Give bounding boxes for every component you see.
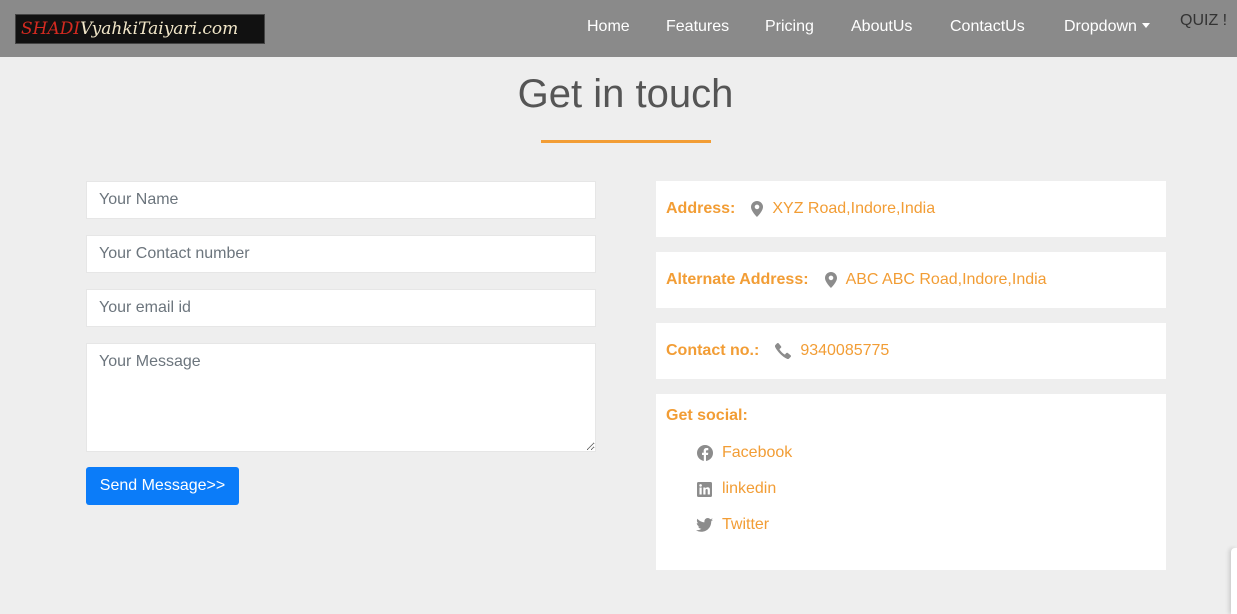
nav-contactus[interactable]: ContactUs	[950, 18, 1025, 36]
address-card: Address: XYZ Road,Indore,India	[656, 181, 1166, 237]
social-link-linkedin[interactable]: linkedin	[696, 480, 776, 498]
contact-number-card: Contact no.: 9340085775	[656, 323, 1166, 379]
nav-aboutus[interactable]: AboutUs	[851, 18, 912, 36]
nav-dropdown[interactable]: Dropdown	[1064, 18, 1150, 36]
linkedin-icon	[696, 481, 713, 498]
logo-text-domain: VyahkiTaiyari.com	[80, 19, 239, 39]
nav-pricing[interactable]: Pricing	[765, 18, 814, 36]
site-logo[interactable]: SHADI VyahkiTaiyari.com	[15, 14, 265, 44]
map-marker-icon	[824, 272, 837, 288]
social-card: Get social: Facebook linkedin Twitter	[656, 394, 1166, 570]
linkedin-label: linkedin	[722, 480, 777, 497]
contact-number-value: 9340085775	[800, 342, 890, 359]
send-message-button[interactable]: Send Message>>	[86, 467, 239, 505]
twitter-label: Twitter	[722, 516, 770, 533]
phone-icon	[775, 343, 792, 359]
top-navbar: SHADI VyahkiTaiyari.com Home Features Pri…	[0, 0, 1237, 57]
social-label: Get social:	[666, 407, 748, 424]
address-value: XYZ Road,Indore,India	[772, 200, 936, 217]
email-input[interactable]	[86, 289, 596, 327]
facebook-label: Facebook	[722, 444, 793, 461]
nav-home[interactable]: Home	[587, 18, 630, 36]
alternate-address-value: ABC ABC Road,Indore,India	[845, 271, 1047, 288]
twitter-icon	[696, 517, 713, 534]
contact-number-label: Contact no.:	[666, 342, 760, 359]
name-input[interactable]	[86, 181, 596, 219]
caret-down-icon	[1141, 23, 1150, 28]
facebook-icon	[696, 445, 713, 462]
page-title: Get in touch	[517, 72, 734, 116]
alternate-address-card: Alternate Address: ABC ABC Road,Indore,I…	[656, 252, 1166, 308]
map-marker-icon	[751, 201, 764, 217]
title-underline	[541, 140, 711, 143]
side-widget-edge	[1231, 548, 1237, 614]
quiz-link[interactable]: QUIZ !	[1180, 12, 1227, 30]
nav-dropdown-label: Dropdown	[1064, 18, 1137, 35]
message-textarea[interactable]	[86, 343, 596, 452]
alternate-address-label: Alternate Address:	[666, 271, 809, 288]
nav-features[interactable]: Features	[666, 18, 729, 36]
address-label: Address:	[666, 200, 736, 217]
social-link-facebook[interactable]: Facebook	[696, 444, 792, 462]
contact-number-input[interactable]	[86, 235, 596, 273]
social-link-twitter[interactable]: Twitter	[696, 516, 769, 534]
logo-text-shadi: SHADI	[21, 19, 81, 39]
